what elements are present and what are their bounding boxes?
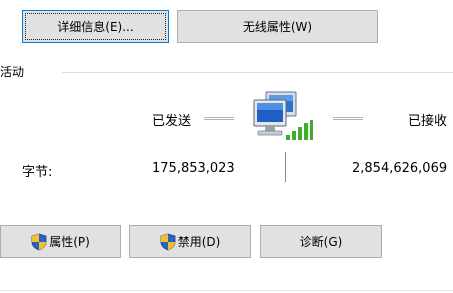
properties-button-label: 属性(P) xyxy=(49,235,90,249)
uac-shield-icon xyxy=(160,233,176,251)
wireless-properties-button-label: 无线属性(W) xyxy=(242,20,313,34)
wireless-signal-icon xyxy=(285,119,313,141)
received-connector-line xyxy=(333,117,363,120)
uac-shield-icon xyxy=(31,233,47,251)
disable-button-label: 禁用(D) xyxy=(177,235,221,249)
bytes-label: 字节: xyxy=(22,165,53,180)
bytes-divider xyxy=(285,152,286,182)
details-button[interactable]: 详细信息(E)... xyxy=(22,10,169,43)
bytes-sent-value: 175,853,023 xyxy=(152,161,235,176)
bottom-divider xyxy=(0,290,453,291)
received-label: 已接收 xyxy=(408,114,448,129)
disable-button[interactable]: 禁用(D) xyxy=(129,225,251,258)
sent-connector-line xyxy=(204,117,234,120)
diagnose-button[interactable]: 诊断(G) xyxy=(260,225,382,258)
details-button-label: 详细信息(E)... xyxy=(57,20,134,34)
bytes-received-value: 2,854,626,069 xyxy=(352,161,448,176)
sent-label: 已发送 xyxy=(152,114,192,129)
activity-group-divider xyxy=(62,72,453,73)
wireless-properties-button[interactable]: 无线属性(W) xyxy=(177,10,378,43)
diagnose-button-label: 诊断(G) xyxy=(299,235,343,249)
properties-button[interactable]: 属性(P) xyxy=(0,225,121,258)
activity-group-label: 活动 xyxy=(0,65,25,79)
